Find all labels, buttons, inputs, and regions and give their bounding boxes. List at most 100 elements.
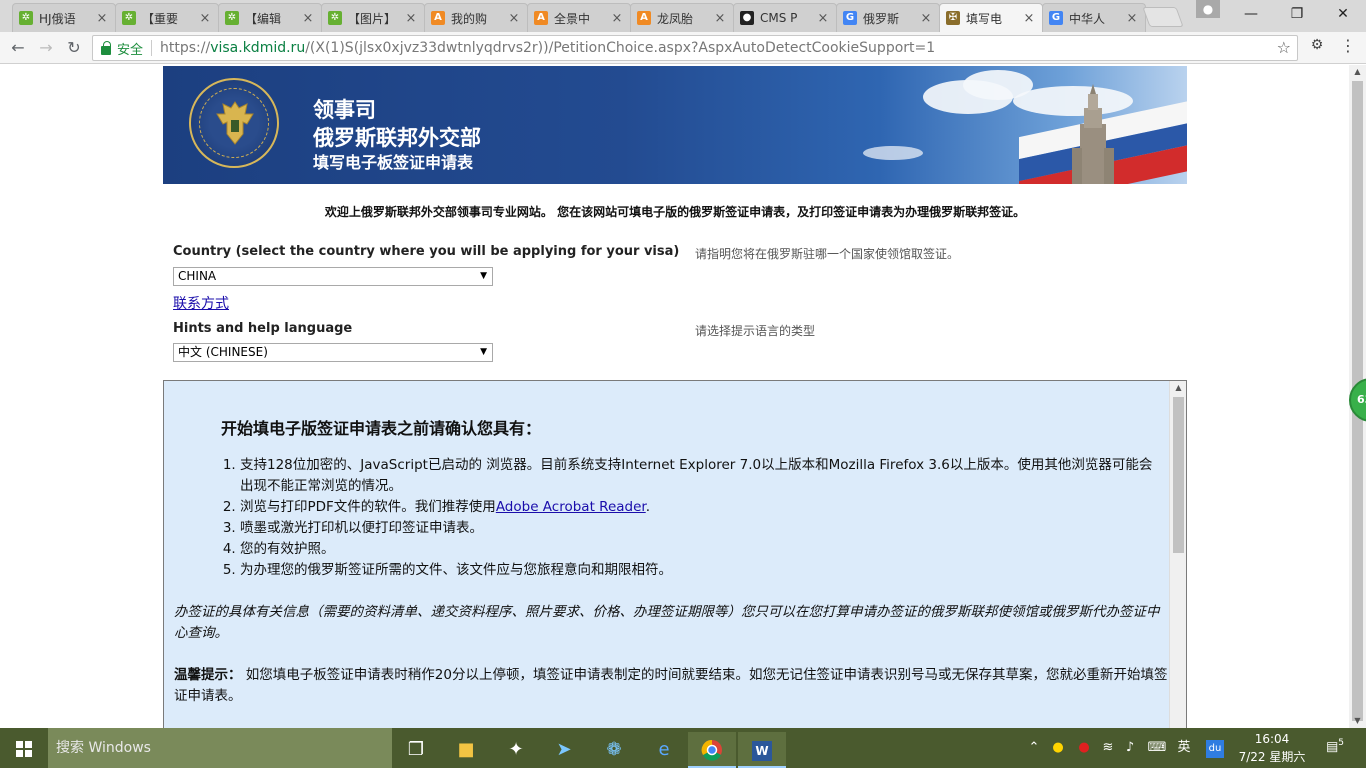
tab-title: 【图片】 [348, 11, 397, 26]
url-scheme: https:// [160, 40, 211, 56]
tab-title: 龙凤胎 [657, 11, 694, 26]
volume-icon[interactable]: ♪ [1120, 728, 1140, 768]
tray-music-icon[interactable]: ● [1074, 728, 1094, 768]
tab-title: HJ俄语 [39, 11, 76, 26]
browser-tab[interactable]: A 全景中 × [527, 3, 631, 32]
browser-tab[interactable]: ✲ 【重要 × [115, 3, 219, 32]
tab-favicon-icon: G [843, 11, 857, 25]
contact-link[interactable]: 联系方式 [173, 293, 229, 313]
requirements-heading: 开始填电子版签证申请表之前请确认您具有： [221, 419, 542, 438]
tray-expand-icon[interactable]: ⌃ [1026, 728, 1042, 768]
reload-icon[interactable]: ↻ [62, 36, 86, 60]
country-label: Country (select the country where you wi… [173, 244, 680, 259]
scroll-up-icon[interactable]: ▲ [1170, 381, 1186, 395]
browser-tab-strip: ✲ HJ俄语 × ✲ 【重要 × ✲ 【编辑 × ✲ 【图片】 × A 我的购 × A 全景中 × A 龙凤胎 × ● CM… [0, 0, 1366, 32]
ime-indicator[interactable]: 英 [1174, 728, 1194, 768]
browser-tab[interactable]: ✲ 【图片】 × [321, 3, 425, 32]
banner-title: 领事司 俄罗斯联邦外交部 填写电子板签证申请表 [313, 96, 481, 174]
tab-favicon-icon: ✲ [328, 11, 342, 25]
tab-title: CMS P [760, 11, 798, 25]
start-button[interactable] [0, 728, 48, 768]
tab-favicon-icon: ✲ [19, 11, 33, 25]
taskbar-search[interactable]: 搜索 Windows [48, 728, 392, 768]
visa-info-note: 办签证的具体有关信息（需要的资料清单、递交资料程序、照片要求、价格、办理签证期限… [174, 604, 1160, 641]
windows-taskbar: 搜索 Windows ❐ ■ ✦ ➤ ❁ e W ⌃ ● ● ≋ ♪ ⌨ 英 d… [0, 728, 1366, 768]
country-hint: 请指明您将在俄罗斯驻哪一个国家使领馆取签证。 [695, 247, 960, 261]
page-viewport: 领事司 俄罗斯联邦外交部 填写电子板签证申请表 欢迎上俄罗斯联邦外交部领事司专业… [0, 65, 1349, 728]
baidu-icon[interactable]: du [1204, 728, 1226, 768]
language-select-value: 中文 (CHINESE) [178, 345, 268, 359]
requirements-list: 支持128位加密的、JavaScript已启动的 浏览器。目前系统支持Inter… [240, 455, 1165, 581]
url-host: visa.kdmid.ru [210, 40, 306, 56]
extension-icon[interactable]: ⚙ [1308, 36, 1326, 54]
list-item: 您的有效护照。 [240, 539, 1165, 560]
list-item: 为办理您的俄罗斯签证所需的文件、该文件应与您旅程意向和期限相符。 [240, 560, 1165, 581]
chrome-icon[interactable] [688, 732, 736, 768]
tab-favicon-icon: ✲ [225, 11, 239, 25]
scroll-down-icon[interactable]: ▼ [1349, 714, 1366, 728]
tab-close-icon[interactable]: × [507, 11, 521, 26]
browser-tab[interactable]: A 龙凤胎 × [630, 3, 734, 32]
new-tab-button[interactable] [1142, 7, 1184, 27]
country-select[interactable]: CHINA ▼ [173, 267, 493, 286]
acrobat-reader-link[interactable]: Adobe Acrobat Reader [496, 499, 646, 515]
word-icon[interactable]: W [738, 732, 786, 768]
tab-close-icon[interactable]: × [713, 11, 727, 26]
file-explorer-icon[interactable]: ■ [442, 732, 490, 768]
tab-close-icon[interactable]: × [1125, 11, 1139, 26]
address-bar[interactable]: 安全 https://visa.kdmid.ru/(X(1)S(jlsx0xjv… [92, 35, 1298, 61]
browser-tab[interactable]: G 俄罗斯 × [836, 3, 940, 32]
scroll-up-icon[interactable]: ▲ [1349, 65, 1366, 79]
tab-close-icon[interactable]: × [198, 11, 212, 26]
secure-label: 安全 [117, 42, 144, 58]
tip-text: 如您填电子板签证申请表时稍作20分以上停顿，填签证申请表制定的时间就要结束。如您… [174, 667, 1168, 704]
list-item: 浏览与打印PDF文件的软件。我们推荐使用Adobe Acrobat Reader… [240, 497, 1165, 518]
tab-close-icon[interactable]: × [301, 11, 315, 26]
language-select[interactable]: 中文 (CHINESE) ▼ [173, 343, 493, 362]
browser-tab[interactable]: A 我的购 × [424, 3, 528, 32]
browser-tab[interactable]: ● CMS P × [733, 3, 837, 32]
banner-line-1: 领事司 [313, 98, 376, 122]
tab-close-icon[interactable]: × [404, 11, 418, 26]
tab-favicon-icon: ✲ [122, 11, 136, 25]
tab-title: 中华人 [1069, 11, 1106, 26]
wifi-icon[interactable]: ≋ [1098, 728, 1118, 768]
list-item: 喷墨或激光打印机以便打印签证申请表。 [240, 518, 1165, 539]
profile-icon[interactable]: ● [1196, 0, 1220, 18]
notification-center-icon[interactable]: ▤5 [1324, 738, 1346, 758]
browser-tab[interactable]: ✲ 【编辑 × [218, 3, 322, 32]
maximize-icon[interactable]: ❐ [1274, 0, 1320, 28]
browser-tab[interactable]: G 中华人 × [1042, 3, 1146, 32]
warm-tip: 温馨提示： 如您填电子板签证申请表时稍作20分以上停顿，填签证申请表制定的时间就… [174, 665, 1169, 707]
mail-app-icon[interactable]: ➤ [540, 732, 588, 768]
pin-icon[interactable]: ✦ [492, 732, 540, 768]
tab-close-icon[interactable]: × [95, 11, 109, 26]
forward-icon[interactable]: → [34, 36, 58, 60]
task-view-icon[interactable]: ❐ [392, 732, 440, 768]
app-icon[interactable]: ❁ [590, 732, 638, 768]
keyboard-icon[interactable]: ⌨ [1144, 728, 1170, 768]
close-window-icon[interactable]: ✕ [1320, 0, 1366, 28]
tab-close-icon[interactable]: × [610, 11, 624, 26]
tray-app-icon[interactable]: ● [1048, 728, 1068, 768]
system-clock[interactable]: 16:04 7/22 星期六 [1232, 730, 1312, 766]
lock-icon [101, 40, 111, 55]
browser-toolbar: ← → ↻ 安全 https://visa.kdmid.ru/(X(1)S(jl… [0, 32, 1366, 64]
edge-icon[interactable]: e [640, 732, 688, 768]
tab-close-icon[interactable]: × [919, 11, 933, 26]
browser-menu-icon[interactable]: ⋮ [1340, 36, 1356, 56]
site-banner: 领事司 俄罗斯联邦外交部 填写电子板签证申请表 [163, 66, 1187, 184]
requirements-box: 开始填电子版签证申请表之前请确认您具有： 支持128位加密的、JavaScrip… [163, 380, 1187, 728]
bookmark-star-icon[interactable]: ☆ [1277, 38, 1291, 57]
tab-close-icon[interactable]: × [816, 11, 830, 26]
welcome-text: 欢迎上俄罗斯联邦外交部领事司专业网站。 您在该网站可填电子版的俄罗斯签证申请表，… [324, 205, 1026, 219]
banner-line-2: 俄罗斯联邦外交部 [313, 126, 481, 150]
tab-close-icon[interactable]: × [1022, 11, 1036, 26]
ministry-seal-icon [189, 78, 279, 168]
info-scrollbar[interactable]: ▲ [1169, 381, 1186, 728]
back-icon[interactable]: ← [6, 36, 30, 60]
minimize-icon[interactable]: — [1228, 0, 1274, 28]
browser-tab[interactable]: ✠ 填写电 × [939, 3, 1043, 32]
language-hint: 请选择提示语言的类型 [695, 324, 816, 338]
browser-tab[interactable]: ✲ HJ俄语 × [12, 3, 116, 32]
